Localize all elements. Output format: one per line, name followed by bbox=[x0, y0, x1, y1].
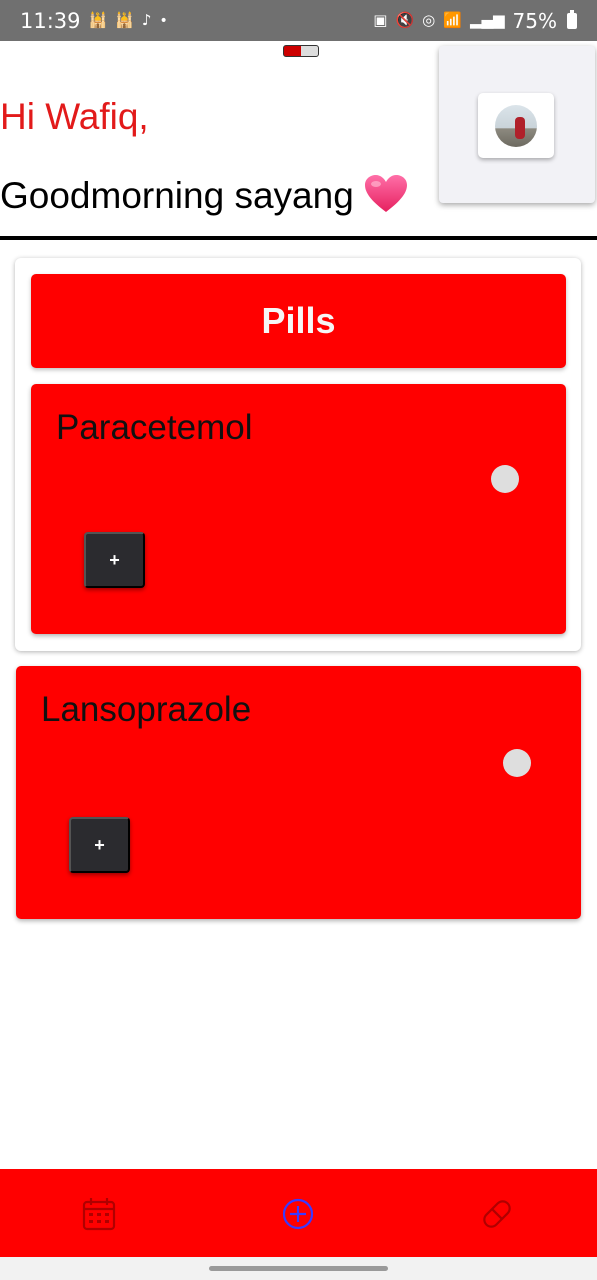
pills-header: Pills bbox=[31, 274, 566, 368]
status-bar: 11:39 🕌 🕌 ♪ • ▣ 🔇 ◎ 📶 ▂▄▆ 75% bbox=[0, 0, 597, 41]
toggle-switch[interactable] bbox=[491, 465, 519, 493]
nav-pills[interactable] bbox=[479, 1196, 515, 1232]
mute-icon: 🔇 bbox=[395, 11, 415, 29]
bottom-nav bbox=[0, 1169, 597, 1257]
nfc-icon: ▣ bbox=[373, 11, 388, 29]
header-divider bbox=[0, 236, 597, 240]
status-left: 11:39 🕌 🕌 ♪ • bbox=[20, 9, 168, 33]
add-dose-button[interactable]: + bbox=[69, 817, 130, 873]
calendar-icon[interactable] bbox=[81, 1196, 117, 1232]
greeting-subtitle: Goodmorning sayang bbox=[0, 174, 408, 223]
add-circle-icon[interactable] bbox=[280, 1196, 316, 1232]
add-dose-button[interactable]: + bbox=[84, 532, 145, 588]
gesture-area bbox=[0, 1257, 597, 1280]
hotspot-icon: ◎ bbox=[422, 11, 436, 29]
wifi-icon: 📶 bbox=[443, 11, 462, 29]
battery-percent: 75% bbox=[512, 8, 557, 33]
pill-card[interactable]: Lansoprazole + bbox=[16, 666, 581, 919]
profile-card[interactable] bbox=[439, 46, 595, 203]
toggle-switch[interactable] bbox=[503, 749, 531, 777]
dot-icon: • bbox=[159, 12, 168, 29]
nav-calendar[interactable] bbox=[81, 1196, 117, 1232]
pill-name: Lansoprazole bbox=[41, 690, 252, 729]
tiktok-icon: ♪ bbox=[141, 11, 152, 29]
mosque-icon: 🕌 bbox=[88, 11, 108, 29]
avatar[interactable] bbox=[495, 104, 537, 147]
pill-icon[interactable] bbox=[479, 1196, 515, 1232]
status-time: 11:39 bbox=[20, 8, 81, 33]
avatar-frame[interactable] bbox=[478, 93, 554, 158]
app-logo bbox=[283, 45, 319, 57]
nav-add[interactable] bbox=[280, 1196, 316, 1232]
heart-icon bbox=[364, 174, 408, 223]
pills-title: Pills bbox=[261, 300, 336, 341]
greeting-subtitle-text: Goodmorning sayang bbox=[0, 175, 354, 216]
pill-name: Paracetemol bbox=[56, 408, 253, 447]
pills-section: Pills Paracetemol + bbox=[15, 258, 581, 651]
status-right: ▣ 🔇 ◎ 📶 ▂▄▆ 75% bbox=[373, 9, 577, 33]
gesture-bar[interactable] bbox=[209, 1266, 388, 1271]
battery-icon bbox=[567, 9, 577, 29]
pill-card[interactable]: Paracetemol + bbox=[31, 384, 566, 634]
mosque-icon: 🕌 bbox=[115, 11, 134, 29]
greeting-title: Hi Wafiq, bbox=[0, 96, 149, 137]
signal-icon: ▂▄▆ bbox=[469, 11, 505, 29]
